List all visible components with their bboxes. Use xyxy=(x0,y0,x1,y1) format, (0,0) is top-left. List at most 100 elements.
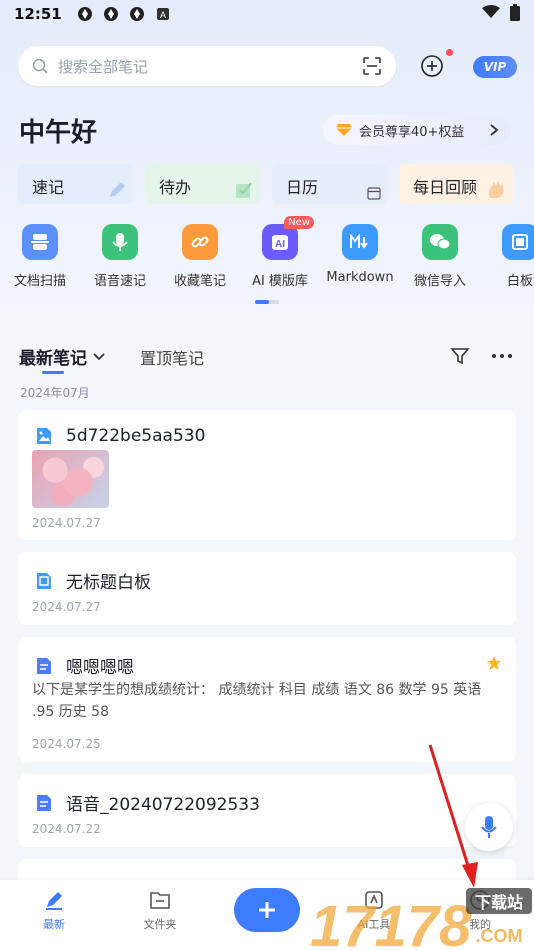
note-preview: 以下是某学生的想成绩统计： 成绩统计 科目 成绩 语文 86 数学 95 英语 … xyxy=(32,682,482,720)
notification-dot xyxy=(446,49,453,56)
note-header: 5d722be5aa530 xyxy=(36,426,205,446)
nav-folder[interactable]: 文件夹 xyxy=(130,888,190,932)
calendar-icon xyxy=(367,187,381,200)
nav-latest[interactable]: 最新 xyxy=(24,888,84,932)
shortcut-whiteboard[interactable]: 白板 xyxy=(480,224,534,289)
wechat-icon xyxy=(422,224,458,260)
note-date: 2024.07.22 xyxy=(32,822,101,836)
shortcut-label: Markdown xyxy=(326,270,394,285)
svg-text:AI: AI xyxy=(275,239,285,250)
new-badge: New xyxy=(284,216,314,229)
shortcut-label: AI 模版库 xyxy=(252,274,308,289)
shortcut-label: 白板 xyxy=(506,274,533,289)
note-header: 无标题白板 xyxy=(36,568,151,593)
quick-card-daily-review[interactable]: 每日回顾 xyxy=(399,164,514,204)
tab-latest-notes[interactable]: 最新笔记 xyxy=(19,344,105,369)
chevron-down-icon xyxy=(93,352,105,360)
note-card[interactable]: 嗯嗯嗯嗯 以下是某学生的想成绩统计： 成绩统计 科目 成绩 语文 86 数学 9… xyxy=(18,637,516,762)
shortcut-document-scan[interactable]: 文档扫描 xyxy=(0,224,80,289)
tab-pinned-notes[interactable]: 置顶笔记 xyxy=(140,345,204,369)
pencil-icon xyxy=(110,182,125,197)
nav-profile[interactable]: 我的 xyxy=(450,888,510,932)
search-placeholder: 搜索全部笔记 xyxy=(58,57,149,76)
shortcut-voice-memo[interactable]: 语音速记 xyxy=(80,224,160,289)
notes-tabs: 最新笔记 置顶笔记 xyxy=(0,340,534,376)
vip-badge[interactable]: VIP xyxy=(473,56,517,78)
quick-card-label: 每日回顾 xyxy=(413,178,478,197)
shortcut-label: 文档扫描 xyxy=(13,274,66,289)
doc-note-icon xyxy=(37,794,51,811)
chevron-right-icon xyxy=(490,124,499,136)
wifi-icon xyxy=(482,5,500,23)
note-header: 嗯嗯嗯嗯 xyxy=(36,653,134,678)
add-circle-icon[interactable] xyxy=(420,54,444,78)
shortcut-label: 微信导入 xyxy=(413,274,466,289)
quick-card-memo[interactable]: 速记 xyxy=(18,164,133,204)
shortcut-ai-templates[interactable]: AI New AI 模版库 xyxy=(240,216,320,289)
nav-label: 文件夹 xyxy=(143,918,177,931)
profile-icon xyxy=(450,888,510,912)
star-icon[interactable] xyxy=(486,655,502,671)
quick-card-calendar[interactable]: 日历 xyxy=(272,164,387,204)
more-icon[interactable] xyxy=(490,346,514,366)
link-icon xyxy=(182,224,218,260)
shortcut-grid: 文档扫描 语音速记 收藏笔记 AI New AI 模版库 Markdown 微信… xyxy=(0,216,534,294)
note-thumbnail xyxy=(32,450,109,508)
status-bar: 12:51 A xyxy=(0,0,534,28)
whiteboard-note-icon xyxy=(37,572,51,589)
note-title: 嗯嗯嗯嗯 xyxy=(66,658,134,678)
app-notification-icon xyxy=(102,5,120,23)
diamond-icon xyxy=(336,124,352,136)
shortcut-markdown[interactable]: Markdown xyxy=(320,224,400,285)
doc-note-icon xyxy=(37,657,51,674)
note-card[interactable]: 5d722be5aa530 2024.07.27 xyxy=(18,410,516,540)
tab-indicator xyxy=(42,371,64,374)
month-label: 2024年07月 xyxy=(20,386,90,400)
folder-icon xyxy=(130,888,190,912)
status-time: 12:51 xyxy=(14,5,62,23)
member-benefits-label: 会员尊享40+权益 xyxy=(359,124,465,140)
bottom-nav: 最新 文件夹 AI工具 我的 xyxy=(0,880,534,950)
app-notification-icon xyxy=(76,5,94,23)
note-card[interactable]: 无标题白板 2024.07.27 xyxy=(18,552,516,625)
scan-icon[interactable] xyxy=(362,56,382,76)
search-row: 搜索全部笔记 VIP xyxy=(18,46,517,86)
note-card[interactable]: 语音_20240722092533 2024.07.22 xyxy=(18,774,516,847)
ai-tools-icon xyxy=(344,888,404,912)
image-note-icon xyxy=(37,428,51,444)
nav-ai-tools[interactable]: AI工具 xyxy=(344,888,404,932)
shortcut-label: 语音速记 xyxy=(93,274,146,289)
search-icon xyxy=(32,58,48,74)
shortcut-collect-notes[interactable]: 收藏笔记 xyxy=(160,224,240,289)
scan-icon xyxy=(22,224,58,260)
voice-record-button[interactable] xyxy=(465,803,513,851)
plus-icon xyxy=(259,902,275,918)
svg-text:A: A xyxy=(160,10,166,20)
shortcut-label: 收藏笔记 xyxy=(173,274,226,289)
whiteboard-icon xyxy=(502,224,534,260)
quick-card-label: 速记 xyxy=(32,178,65,197)
quick-cards: 速记 待办 日历 每日回顾 xyxy=(18,164,514,204)
add-note-button[interactable] xyxy=(234,888,300,932)
page-indicator xyxy=(255,300,279,304)
nav-label: 我的 xyxy=(469,918,491,931)
mic-icon xyxy=(102,224,138,260)
nav-label: 最新 xyxy=(43,918,65,931)
battery-icon xyxy=(510,3,520,25)
quick-card-label: 日历 xyxy=(286,178,319,197)
nav-label: AI工具 xyxy=(357,918,391,931)
shortcut-wechat-import[interactable]: 微信导入 xyxy=(400,224,480,289)
note-title: 无标题白板 xyxy=(66,573,151,593)
search-input[interactable]: 搜索全部笔记 xyxy=(18,46,396,86)
checkbox-icon xyxy=(236,182,252,198)
mic-icon xyxy=(481,816,497,838)
app-notification-icon xyxy=(128,5,146,23)
note-title: 5d722be5aa530 xyxy=(66,426,206,446)
quick-card-todo[interactable]: 待办 xyxy=(145,164,260,204)
member-benefits-button[interactable]: 会员尊享40+权益 xyxy=(323,115,511,145)
note-date: 2024.07.25 xyxy=(32,737,101,751)
keyboard-notification-icon: A xyxy=(154,5,172,23)
note-date: 2024.07.27 xyxy=(32,600,101,614)
filter-icon[interactable] xyxy=(450,346,470,366)
hand-icon xyxy=(489,181,504,198)
